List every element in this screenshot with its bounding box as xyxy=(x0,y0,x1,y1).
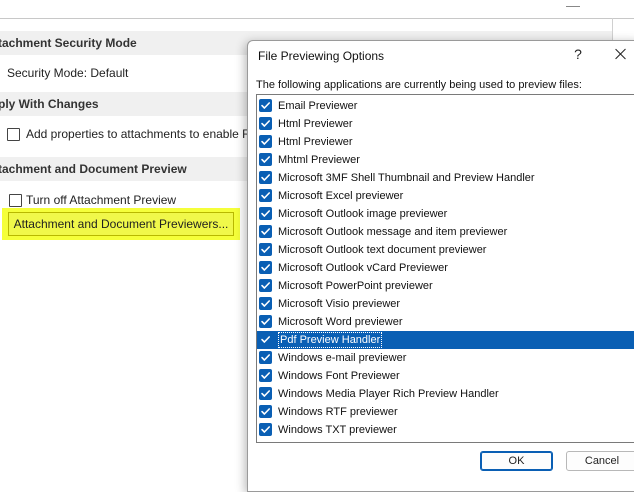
list-item[interactable]: Html Previewer xyxy=(257,133,634,151)
list-item[interactable]: Windows e-mail previewer xyxy=(257,349,634,367)
checkbox-checked-icon[interactable] xyxy=(259,189,272,202)
section-header-label: tachment Security Mode xyxy=(0,36,137,50)
list-item-label: Windows Font Previewer xyxy=(278,370,400,382)
list-item[interactable]: Mhtml Previewer xyxy=(257,151,634,169)
checkbox-checked-icon[interactable] xyxy=(259,423,272,436)
list-item-label: Windows TXT previewer xyxy=(278,424,397,436)
list-item-label: Microsoft Outlook vCard Previewer xyxy=(278,262,448,274)
list-item[interactable]: Microsoft PowerPoint previewer xyxy=(257,277,634,295)
list-item[interactable]: Microsoft Outlook image previewer xyxy=(257,205,634,223)
checkbox-checked-icon[interactable] xyxy=(259,99,272,112)
list-item-label: Windows Media Player Rich Preview Handle… xyxy=(278,388,499,400)
list-item[interactable]: Pdf Preview Handler xyxy=(257,331,634,349)
checkbox-checked-icon[interactable] xyxy=(259,135,272,148)
checkbox-checked-icon[interactable] xyxy=(259,405,272,418)
turn-off-preview-label: Turn off Attachment Preview xyxy=(26,193,177,207)
list-item-label: Microsoft PowerPoint previewer xyxy=(278,280,433,292)
list-item-label: Microsoft Outlook text document previewe… xyxy=(278,244,487,256)
list-item-label: Microsoft Outlook message and item previ… xyxy=(278,226,508,238)
checkbox-checked-icon[interactable] xyxy=(259,225,272,238)
list-item[interactable]: Html Previewer xyxy=(257,115,634,133)
checkbox-checked-icon[interactable] xyxy=(259,153,272,166)
list-item-label: Windows e-mail previewer xyxy=(278,352,407,364)
list-item[interactable]: Windows TXT previewer xyxy=(257,421,634,439)
turn-off-preview-checkbox[interactable] xyxy=(9,194,22,207)
list-item[interactable]: Microsoft Outlook vCard Previewer xyxy=(257,259,634,277)
checkbox-checked-icon[interactable] xyxy=(259,243,272,256)
file-previewing-options-dialog: File Previewing Options ? The following … xyxy=(247,40,634,492)
dialog-title: File Previewing Options xyxy=(258,49,385,63)
list-item[interactable]: Windows RTF previewer xyxy=(257,403,634,421)
list-item-label: Microsoft Word previewer xyxy=(278,316,403,328)
list-item[interactable]: Email Previewer xyxy=(257,97,634,115)
add-properties-checkbox[interactable] xyxy=(7,128,20,141)
list-item-label: Windows RTF previewer xyxy=(278,406,398,418)
list-item-label: Microsoft Outlook image previewer xyxy=(278,208,448,220)
previewers-button[interactable]: Attachment and Document Previewers... xyxy=(8,212,234,236)
list-item-label: Pdf Preview Handler xyxy=(278,332,383,348)
checkbox-checked-icon[interactable] xyxy=(259,351,272,364)
dialog-description: The following applications are currently… xyxy=(256,79,582,91)
previewers-button-highlight: Attachment and Document Previewers... xyxy=(2,208,240,240)
window-divider xyxy=(0,18,634,19)
checkbox-checked-icon[interactable] xyxy=(259,261,272,274)
close-icon[interactable] xyxy=(613,46,629,62)
section-header-label: tachment and Document Preview xyxy=(0,162,187,176)
list-item[interactable]: Microsoft Excel previewer xyxy=(257,187,634,205)
list-item-label: Microsoft Excel previewer xyxy=(278,190,404,202)
checkbox-checked-icon[interactable] xyxy=(259,117,272,130)
minimize-icon[interactable] xyxy=(566,0,580,7)
list-item-label: Microsoft 3MF Shell Thumbnail and Previe… xyxy=(278,172,535,184)
section-header-label: ply With Changes xyxy=(0,97,99,111)
checkbox-checked-icon[interactable] xyxy=(259,207,272,220)
cancel-button[interactable]: Cancel xyxy=(566,451,634,471)
checkbox-checked-icon[interactable] xyxy=(259,387,272,400)
list-item-label: Html Previewer xyxy=(278,118,353,130)
checkbox-checked-icon[interactable] xyxy=(259,297,272,310)
checkbox-checked-icon[interactable] xyxy=(259,171,272,184)
help-icon[interactable]: ? xyxy=(571,46,585,62)
list-item-label: Microsoft Visio previewer xyxy=(278,298,401,310)
list-item[interactable]: Windows Media Player Rich Preview Handle… xyxy=(257,385,634,403)
list-item[interactable]: Microsoft Word previewer xyxy=(257,313,634,331)
checkbox-checked-icon[interactable] xyxy=(259,279,272,292)
list-item[interactable]: Microsoft Outlook message and item previ… xyxy=(257,223,634,241)
list-item[interactable]: Windows Font Previewer xyxy=(257,367,634,385)
list-item[interactable]: Microsoft Visio previewer xyxy=(257,295,634,313)
checkbox-checked-icon[interactable] xyxy=(259,315,272,328)
previewer-list[interactable]: Email Previewer Html Previewer Html Previe… xyxy=(256,94,634,443)
list-item-label: Mhtml Previewer xyxy=(278,154,360,166)
ok-button[interactable]: OK xyxy=(480,451,553,471)
security-mode-text: Security Mode: Default xyxy=(7,66,129,80)
checkbox-checked-icon[interactable] xyxy=(259,369,272,382)
list-item-label: Email Previewer xyxy=(278,100,358,112)
add-properties-label: Add properties to attachments to enable … xyxy=(26,127,251,141)
list-item[interactable]: Microsoft 3MF Shell Thumbnail and Previe… xyxy=(257,169,634,187)
list-item-label: Html Previewer xyxy=(278,136,353,148)
checkbox-checked-icon[interactable] xyxy=(259,333,272,346)
list-item[interactable]: Microsoft Outlook text document previewe… xyxy=(257,241,634,259)
